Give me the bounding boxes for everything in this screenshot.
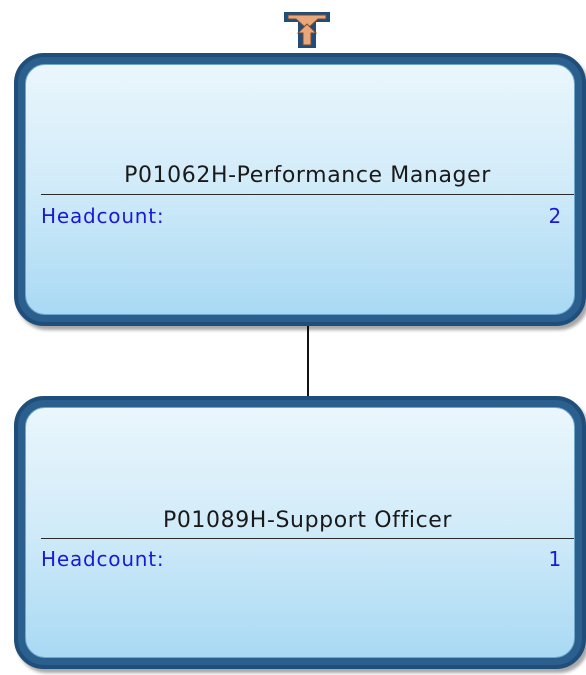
position-title: P01089H-Support Officer bbox=[162, 508, 453, 533]
title-divider bbox=[41, 538, 574, 539]
headcount-label: Headcount: bbox=[41, 204, 165, 228]
org-chart: P01062H-Performance Manager Headcount: 2… bbox=[0, 0, 586, 675]
position-node-body: P01062H-Performance Manager Headcount: 2 bbox=[25, 64, 575, 315]
position-title: P01062H-Performance Manager bbox=[124, 163, 491, 188]
position-node-body: P01089H-Support Officer Headcount: 1 bbox=[25, 407, 575, 658]
headcount-label: Headcount: bbox=[41, 547, 165, 571]
title-divider bbox=[41, 194, 574, 195]
headcount-value: 2 bbox=[548, 204, 562, 228]
position-node-performance-manager[interactable]: P01062H-Performance Manager Headcount: 2 bbox=[14, 53, 586, 326]
up-arrow-icon[interactable] bbox=[282, 10, 332, 50]
headcount-value: 1 bbox=[548, 547, 562, 571]
reporting-line bbox=[307, 326, 309, 396]
position-node-support-officer[interactable]: P01089H-Support Officer Headcount: 1 bbox=[14, 396, 586, 669]
